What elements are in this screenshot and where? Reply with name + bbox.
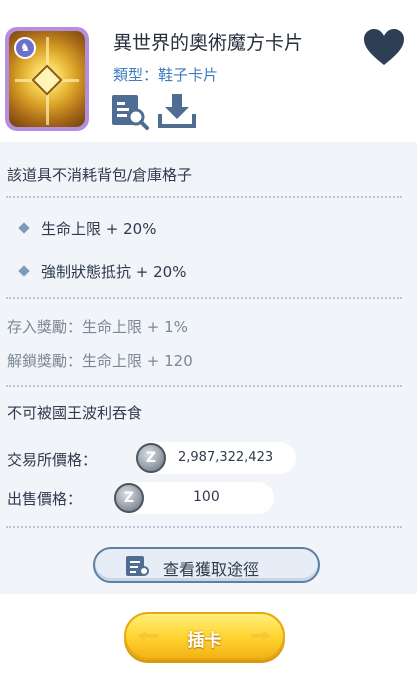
stat-text: 強制狀態抵抗 + 20% bbox=[41, 263, 187, 281]
zeny-coin-icon: Z bbox=[136, 443, 166, 473]
stat-text: 生命上限 + 20% bbox=[41, 220, 157, 238]
divider bbox=[6, 526, 402, 528]
heart-icon[interactable] bbox=[362, 28, 406, 68]
deposit-reward: 存入獎勵：生命上限 + 1% bbox=[7, 318, 188, 336]
exchange-price-value: 2,987,322,423 bbox=[178, 450, 274, 465]
bullet-diamond-icon bbox=[18, 265, 30, 277]
storage-note: 該道具不消耗背包/倉庫格子 bbox=[7, 166, 193, 184]
card-detail-icon[interactable] bbox=[109, 92, 149, 130]
source-list-icon bbox=[126, 556, 149, 576]
item-header: ♞ 異世界的奧術魔方卡片 類型：鞋子卡片 bbox=[0, 0, 417, 142]
sell-price-label: 出售價格： bbox=[7, 490, 83, 508]
zeny-coin-icon: Z bbox=[114, 483, 144, 513]
item-info-panel: 該道具不消耗背包/倉庫格子 生命上限 + 20% 強制狀態抵抗 + 20% 存入… bbox=[0, 142, 417, 594]
item-title: 異世界的奧術魔方卡片 bbox=[113, 32, 304, 54]
view-source-button[interactable]: 查看獲取途徑 bbox=[93, 547, 320, 583]
download-icon[interactable] bbox=[157, 92, 197, 130]
arcane-cube-icon bbox=[31, 64, 63, 96]
item-type: 類型：鞋子卡片 bbox=[113, 66, 219, 84]
right-ornament-icon bbox=[251, 631, 271, 641]
divider bbox=[6, 297, 402, 299]
exchange-price-label: 交易所價格： bbox=[7, 451, 98, 469]
unlock-reward: 解鎖獎勵：生命上限 + 120 bbox=[7, 352, 193, 370]
poring-note: 不可被國王波利吞食 bbox=[7, 404, 143, 422]
stat-item: 強制狀態抵抗 + 20% bbox=[18, 261, 187, 282]
sell-price-value: 100 bbox=[193, 489, 220, 505]
bullet-diamond-icon bbox=[18, 222, 30, 234]
card-thumbnail[interactable]: ♞ bbox=[5, 27, 89, 131]
divider bbox=[6, 385, 402, 387]
card-type-badge-icon: ♞ bbox=[14, 37, 36, 59]
insert-card-button[interactable]: 插卡 bbox=[124, 612, 285, 660]
divider bbox=[6, 196, 402, 198]
stat-item: 生命上限 + 20% bbox=[18, 218, 157, 239]
view-source-label: 查看獲取途徑 bbox=[163, 560, 260, 579]
card-art: ♞ bbox=[9, 31, 85, 127]
